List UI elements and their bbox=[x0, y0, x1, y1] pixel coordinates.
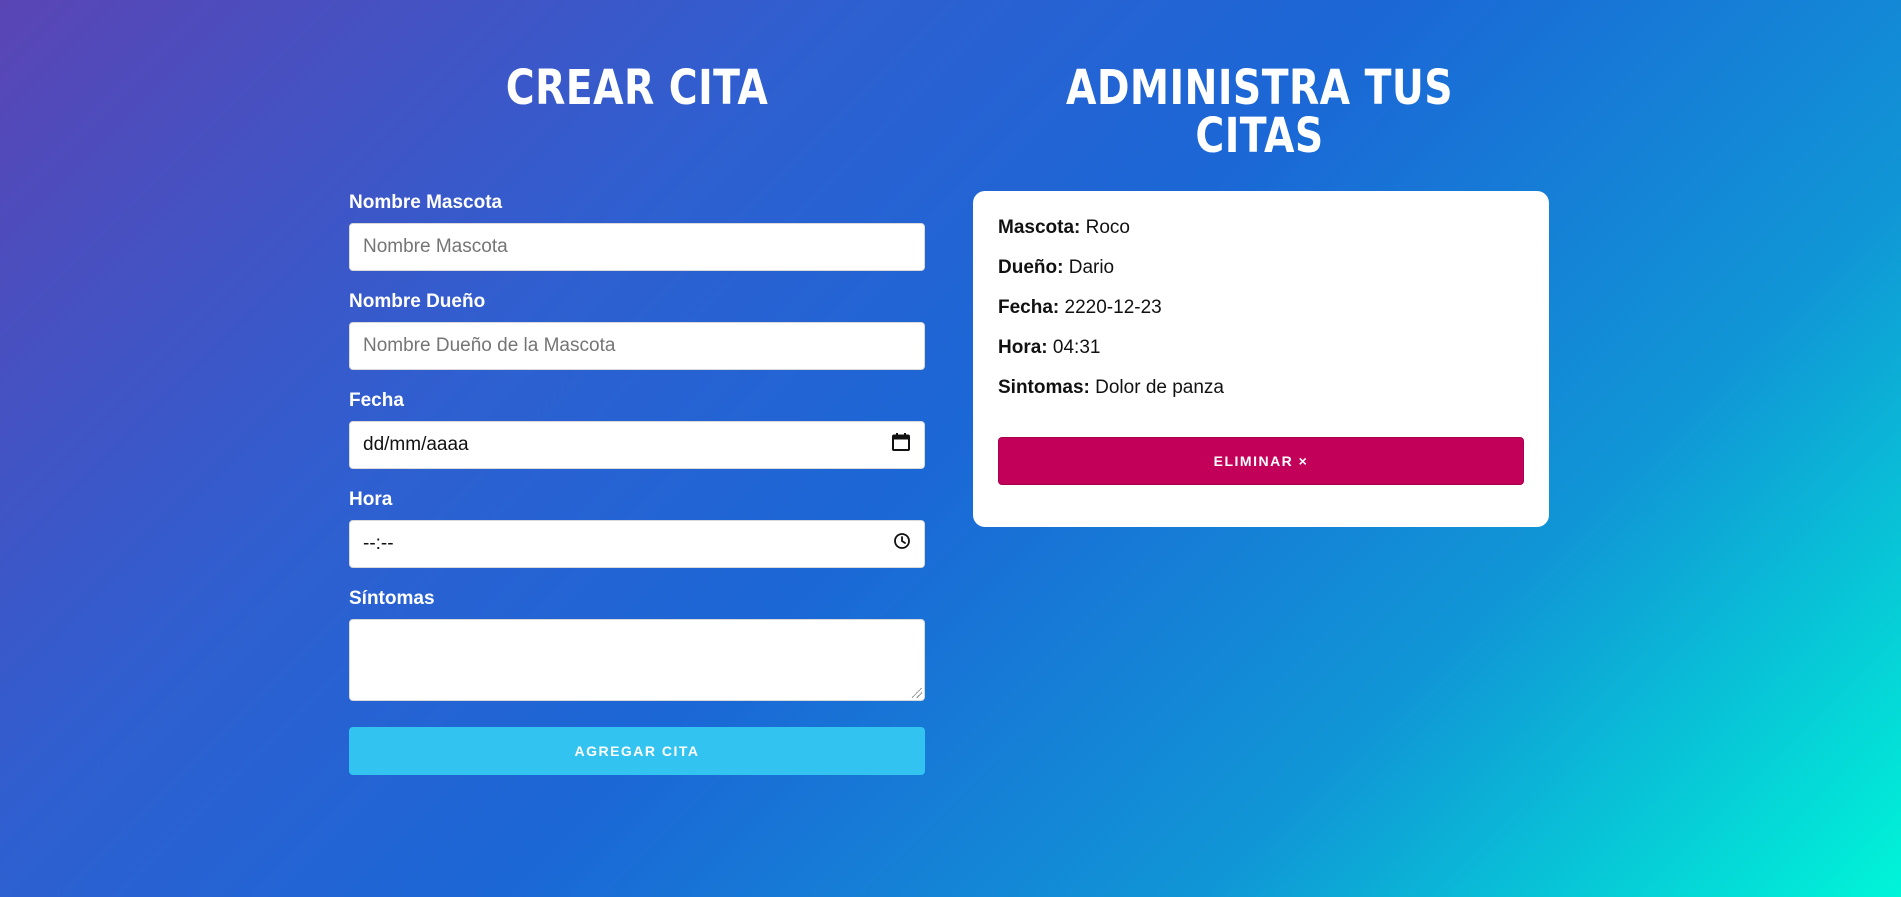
time-field-group: Hora --:-- bbox=[349, 489, 925, 568]
delete-appointment-button[interactable]: ELIMINAR × bbox=[998, 437, 1524, 485]
pet-name-input[interactable]: Nombre Mascota bbox=[349, 223, 925, 271]
appointment-symptoms-value: Dolor de panza bbox=[1095, 377, 1225, 398]
appointment-pet-row: Mascota: Roco bbox=[998, 217, 1524, 239]
date-input-value: dd/mm/aaaa bbox=[363, 434, 469, 455]
appointment-date-key: Fecha: bbox=[998, 297, 1060, 318]
symptoms-field-group: Síntomas bbox=[349, 588, 925, 701]
appointment-symptoms-key: Sintomas: bbox=[998, 377, 1090, 398]
add-appointment-button[interactable]: AGREGAR CITA bbox=[349, 727, 925, 775]
appointment-date-row: Fecha: 2220-12-23 bbox=[998, 297, 1524, 319]
owner-name-placeholder: Nombre Dueño de la Mascota bbox=[363, 335, 616, 356]
time-input-value: --:-- bbox=[363, 533, 394, 554]
date-label: Fecha bbox=[349, 390, 404, 411]
appointment-time-row: Hora: 04:31 bbox=[998, 337, 1524, 359]
pet-name-placeholder: Nombre Mascota bbox=[363, 236, 508, 257]
appointment-owner-row: Dueño: Dario bbox=[998, 257, 1524, 279]
appointment-time-value: 04:31 bbox=[1052, 337, 1101, 358]
time-input[interactable]: --:-- bbox=[349, 520, 925, 568]
appointment-symptoms-row: Sintomas: Dolor de panza bbox=[998, 377, 1524, 399]
symptoms-textarea[interactable] bbox=[349, 619, 925, 701]
owner-name-label: Nombre Dueño bbox=[349, 291, 486, 312]
symptoms-label: Síntomas bbox=[349, 588, 435, 609]
appointment-date-value: 2220-12-23 bbox=[1064, 297, 1162, 318]
pet-name-label: Nombre Mascota bbox=[349, 192, 503, 213]
date-field-group: Fecha dd/mm/aaaa bbox=[349, 390, 925, 469]
owner-name-input[interactable]: Nombre Dueño de la Mascota bbox=[349, 322, 925, 370]
appointment-pet-key: Mascota: bbox=[998, 217, 1081, 238]
appointment-time-key: Hora: bbox=[998, 337, 1048, 358]
time-label: Hora bbox=[349, 489, 393, 510]
clock-icon[interactable] bbox=[893, 532, 911, 556]
date-input[interactable]: dd/mm/aaaa bbox=[349, 421, 925, 469]
calendar-icon[interactable] bbox=[891, 432, 911, 458]
appointment-pet-value: Roco bbox=[1085, 217, 1130, 238]
appointment-owner-value: Dario bbox=[1068, 257, 1115, 278]
resize-handle-icon[interactable] bbox=[912, 688, 922, 698]
owner-name-field-group: Nombre Dueño Nombre Dueño de la Mascota bbox=[349, 291, 925, 370]
create-appointment-heading: CREAR CITA bbox=[505, 60, 769, 116]
appointment-card: Mascota: Roco Dueño: Dario Fecha: 2220-1… bbox=[973, 191, 1549, 527]
appointment-owner-key: Dueño: bbox=[998, 257, 1064, 278]
appointment-form: Nombre Mascota Nombre Mascota Nombre Due… bbox=[349, 192, 925, 775]
pet-name-field-group: Nombre Mascota Nombre Mascota bbox=[349, 192, 925, 271]
manage-appointments-heading: ADMINISTRA TUS CITAS bbox=[1065, 60, 1454, 164]
